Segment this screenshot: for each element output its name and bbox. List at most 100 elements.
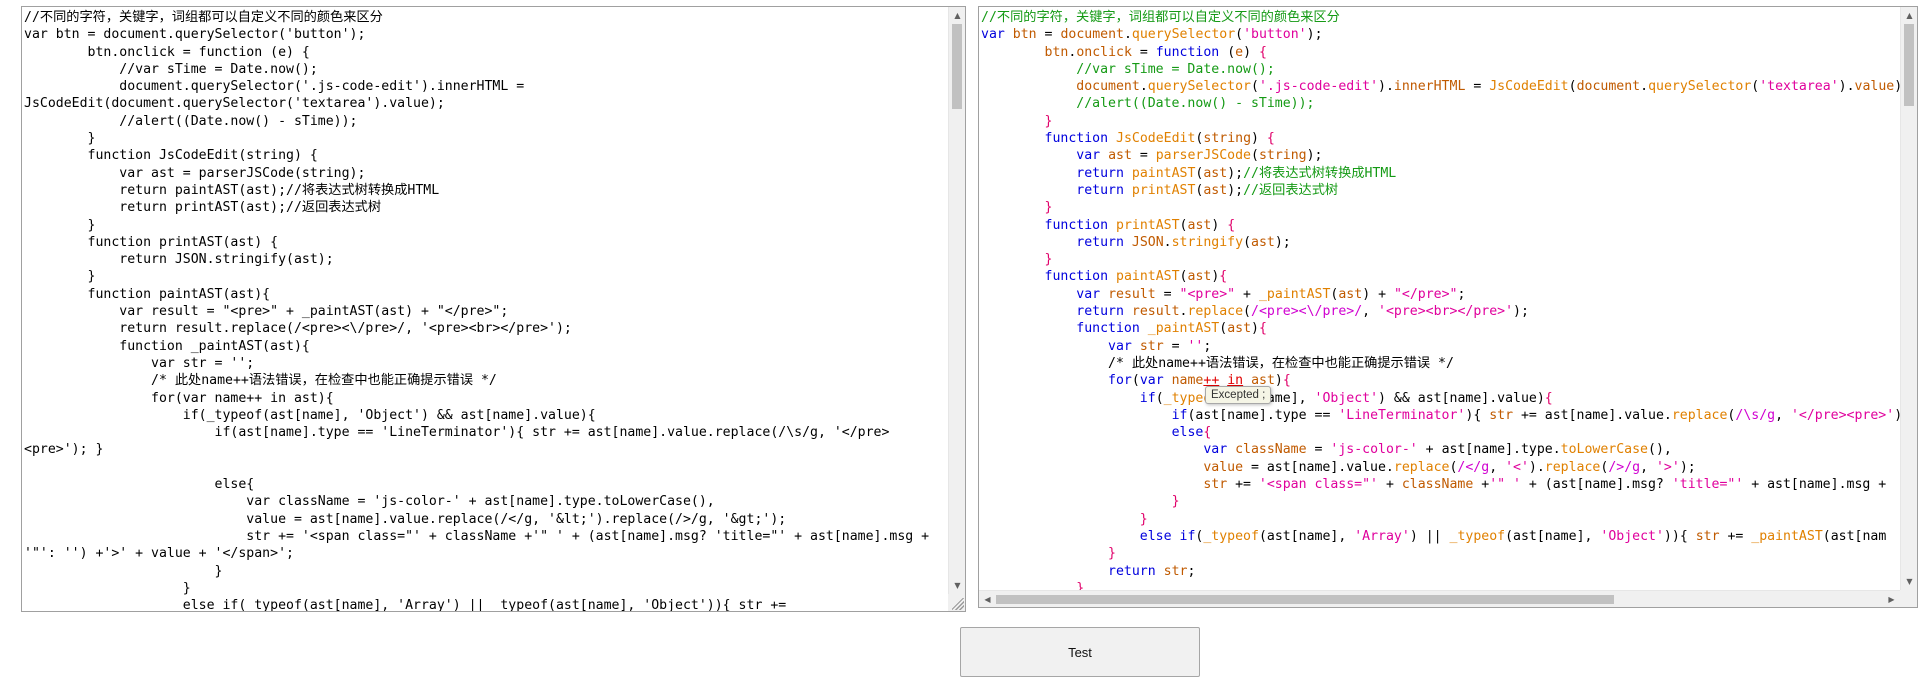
source-vertical-scrollbar[interactable]: ▲ ▼ bbox=[948, 7, 965, 611]
source-code-content[interactable]: //不同的字符，关键字，词组都可以自定义不同的颜色来区分 var btn = do… bbox=[22, 7, 948, 611]
code-token-string: '' bbox=[1187, 338, 1204, 354]
code-token-keyword: return bbox=[1076, 304, 1124, 320]
source-code-line: var ast = parserJSCode(string); bbox=[24, 165, 366, 181]
code-token-func: toLowerCase bbox=[1560, 442, 1648, 458]
code-token-plain: . bbox=[1139, 79, 1148, 95]
scroll-left-arrow-icon[interactable]: ◀ bbox=[979, 591, 996, 607]
code-token-plain: ); bbox=[1274, 234, 1291, 250]
scroll-down-arrow-icon[interactable]: ▼ bbox=[1901, 573, 1917, 590]
highlighted-code-line: function _paintAST(ast){ bbox=[981, 320, 1898, 337]
code-token-regex: /\s/g bbox=[1735, 407, 1776, 423]
code-token-func: querySelector bbox=[1131, 27, 1236, 43]
code-token-ident: btn bbox=[1012, 27, 1037, 43]
code-token-brace: { bbox=[1258, 321, 1267, 337]
highlighted-code-content: //不同的字符，关键字，词组都可以自定义不同的颜色来区分 var btn = do… bbox=[979, 7, 1900, 590]
code-token-plain: ( bbox=[1258, 528, 1267, 544]
code-token-string: 'Object' bbox=[1314, 390, 1379, 406]
preview-vertical-scroll-thumb[interactable] bbox=[1904, 24, 1914, 106]
source-code-line: /* 此处name++语法错误，在检查中也能正确提示错误 */ bbox=[24, 373, 497, 389]
code-token-string: '.js-code-edit' bbox=[1258, 79, 1379, 95]
highlighted-code-line: //alert((Date.now() - sTime)); bbox=[981, 95, 1898, 112]
code-token-brace: { bbox=[1544, 390, 1553, 406]
code-token-brace: { bbox=[1219, 269, 1228, 285]
code-token-plain: ast[name].type. bbox=[1441, 442, 1561, 458]
code-token-ident: result bbox=[1108, 286, 1156, 302]
source-code-line: //var sTime = Date.now(); bbox=[24, 61, 318, 77]
preview-horizontal-scroll-thumb[interactable] bbox=[996, 595, 1614, 604]
code-token-string: '" ' bbox=[1489, 477, 1521, 493]
code-token-plain: = bbox=[1155, 286, 1180, 302]
code-token-keyword: function bbox=[1155, 44, 1220, 60]
code-token-plain: ) + bbox=[1362, 286, 1394, 302]
code-token-ident: name bbox=[1171, 373, 1204, 389]
code-token-func: paintAST bbox=[1116, 269, 1180, 285]
scroll-up-arrow-icon[interactable]: ▲ bbox=[1901, 7, 1917, 24]
code-token-string: 'js-color-' bbox=[1330, 442, 1418, 458]
scroll-down-arrow-icon[interactable]: ▼ bbox=[949, 577, 965, 594]
code-token-string: '>' bbox=[1655, 459, 1680, 475]
code-token-plain: ast[name], bbox=[1513, 528, 1601, 544]
code-token-ident: value bbox=[1203, 459, 1244, 475]
code-token-string: 'LineTerminator' bbox=[1338, 407, 1466, 423]
error-tooltip: Excepted ; bbox=[1205, 386, 1272, 404]
code-token-plain: ( bbox=[1155, 390, 1164, 406]
code-token-brace: { bbox=[1203, 425, 1212, 441]
code-token-ident: str bbox=[1139, 338, 1164, 354]
highlighted-code-line: var str = ''; bbox=[981, 338, 1898, 355]
source-code-textarea[interactable]: //不同的字符，关键字，词组都可以自定义不同的颜色来区分 var btn = do… bbox=[21, 6, 966, 612]
code-token-brace: } bbox=[1139, 511, 1148, 527]
code-token-plain: ( bbox=[1131, 373, 1140, 389]
source-vertical-scroll-thumb[interactable] bbox=[952, 24, 962, 109]
highlighted-code-line: } bbox=[981, 199, 1898, 216]
resize-grip-icon[interactable] bbox=[952, 598, 964, 610]
code-token-ident: innerHTML bbox=[1393, 79, 1466, 95]
code-token-ident: document bbox=[1576, 79, 1641, 95]
code-token-plain: { bbox=[1679, 528, 1696, 544]
preview-horizontal-scrollbar[interactable]: ◀ ▶ bbox=[979, 590, 1900, 607]
code-token-string: "</pre>" bbox=[1393, 286, 1458, 302]
code-token-plain: ); bbox=[1306, 27, 1323, 43]
highlighted-code-line: str += '<span class="' + className +'" '… bbox=[981, 476, 1898, 493]
code-token-keyword: var bbox=[1108, 338, 1132, 354]
code-token-keyword: var bbox=[1076, 286, 1101, 302]
source-code-line: } bbox=[24, 563, 223, 579]
code-token-string: '<pre><br></pre>' bbox=[1378, 304, 1514, 320]
test-button[interactable]: Test bbox=[960, 627, 1200, 677]
code-token-ident: onclick bbox=[1076, 44, 1132, 60]
highlighted-code-line: if(_typeof(ast[name], 'Object') && ast[n… bbox=[981, 390, 1898, 407]
scroll-up-arrow-icon[interactable]: ▲ bbox=[949, 7, 965, 24]
scroll-right-arrow-icon[interactable]: ▶ bbox=[1883, 591, 1900, 607]
code-token-keyword: if bbox=[1139, 390, 1156, 406]
source-code-line: return paintAST(ast);//将表达式树转换成HTML bbox=[24, 182, 440, 198]
code-token-func: replace bbox=[1544, 459, 1601, 475]
code-token-keyword: function bbox=[1044, 131, 1109, 147]
code-token-plain: += bbox=[1719, 528, 1752, 544]
preview-vertical-scrollbar[interactable]: ▲ ▼ bbox=[1900, 7, 1917, 590]
code-token-plain: ) bbox=[1211, 217, 1228, 233]
code-token-string: 'Object' bbox=[1600, 528, 1664, 544]
code-token-ident: string bbox=[1258, 148, 1307, 164]
source-code-line: btn.onclick = function (e) { bbox=[24, 44, 310, 60]
code-token-keyword: function bbox=[1076, 321, 1140, 337]
code-token-func: replace bbox=[1393, 459, 1450, 475]
code-token-plain: . bbox=[1123, 27, 1132, 43]
highlighted-code-line: if(ast[name].type == 'LineTerminator'){ … bbox=[981, 407, 1900, 424]
source-code-line: return result.replace(/<pre><\/pre>/, '<… bbox=[24, 321, 572, 337]
code-token-comment: //返回表达式树 bbox=[1243, 182, 1339, 198]
code-token-string: '</pre><pre>' bbox=[1790, 407, 1895, 423]
code-token-ident: value bbox=[1854, 79, 1895, 95]
code-token-brace: } bbox=[1076, 580, 1085, 590]
code-token-ident: ast bbox=[1187, 217, 1212, 233]
highlighted-code-line: } bbox=[981, 545, 1898, 562]
source-code-line: //不同的字符，关键字，词组都可以自定义不同的颜色来区分 bbox=[24, 10, 383, 25]
